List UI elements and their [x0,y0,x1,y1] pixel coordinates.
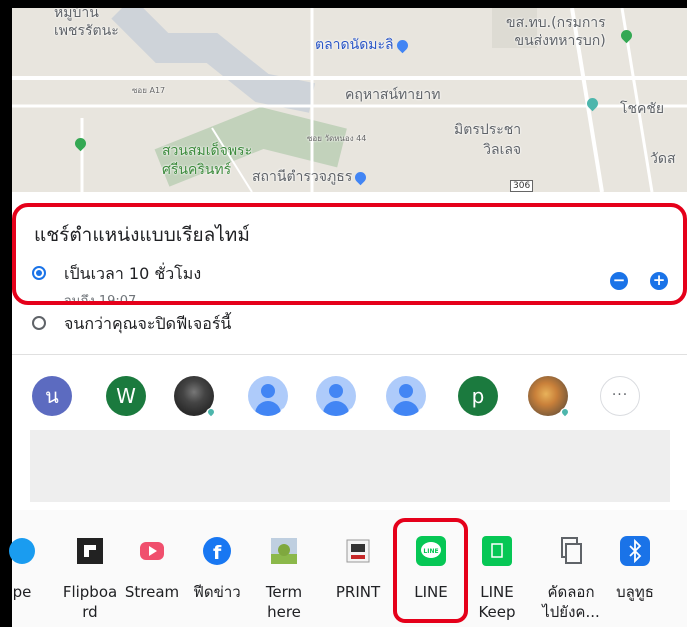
copy-icon [556,536,586,566]
person-icon-body [255,401,281,416]
terminal-icon [269,536,299,566]
contact-avatar[interactable]: p [458,376,498,416]
map-label-club: ขส.ทบ.(กรมการ ขนส่งทหารบก) [506,15,606,49]
contact-avatar[interactable] [248,376,288,416]
share-app-skype[interactable]: pe [2,536,42,602]
map-view[interactable]: หมู่บ้าน เพชรรัตนะ ตลาดนัดมะลิ ขส.ทบ.(กร… [12,8,687,192]
map-label-station[interactable]: สถานีตำรวจภูธร [252,166,369,188]
share-app-label: pe [12,583,32,601]
person-icon [399,384,413,398]
map-pin-icon [353,169,369,185]
share-app-stream[interactable]: Stream [120,536,184,602]
divider [12,354,687,355]
share-app-label: บลูทูธ [616,583,654,601]
map-label-soi: ซอย A17 [132,86,166,95]
option-until-off[interactable]: จนกว่าคุณจะปิดฟีเจอร์นี้ [32,312,231,337]
facebook-icon: f [202,536,232,566]
bluetooth-icon [620,536,650,566]
contact-avatar[interactable] [386,376,426,416]
map-label-park: สวนสมเด็จพระ ศรีนครินทร์ [162,143,253,178]
contact-avatar-photo[interactable] [528,376,570,418]
share-app-label: Flipboa rd [62,583,118,621]
svg-text:f: f [213,542,222,564]
share-app-bluetooth[interactable]: บลูทูธ [610,536,660,602]
highlight-share-options [12,203,687,305]
more-contacts-button[interactable]: ··· [600,376,640,416]
more-icon: ··· [611,387,629,403]
message-placeholder-box [30,430,670,502]
contact-avatar[interactable] [316,376,356,416]
location-badge-icon [280,408,288,416]
map-label-mit: มิตรประชา วิลเลจ [454,122,522,158]
map-label-village: หมู่บ้าน เพชรรัตนะ [54,8,119,39]
person-icon [329,384,343,398]
share-app-facebook[interactable]: f ฟีดข่าว [188,536,246,602]
share-app-copy[interactable]: คัดลอก ไปยังค... [540,536,602,622]
stream-icon [137,536,167,566]
person-icon [261,384,275,398]
contact-avatar[interactable]: น [32,376,72,416]
share-app-label: Stream [124,583,180,601]
contact-avatar-photo[interactable] [174,376,216,418]
line-keep-icon [482,536,512,566]
option-until-off-label: จนกว่าคุณจะปิดฟีเจอร์นี้ [64,314,232,333]
share-app-label: Term here [265,583,303,621]
share-app-print[interactable]: PRINT [328,536,388,602]
market-label: ตลาดนัดมะลิ [315,37,394,53]
map-label-market[interactable]: ตลาดนัดมะลิ [315,34,410,56]
road-number-badge: 306 [510,180,534,192]
location-badge-icon [560,408,570,418]
flipboard-icon [75,536,105,566]
station-label: สถานีตำรวจภูธร [252,169,353,185]
location-badge-icon [348,408,356,416]
map-label-kukha: คฤหาสน์ทายาท [345,87,441,103]
map-label-soi-small: ซอย วัดหนอง 44 [307,134,367,143]
share-app-label: ฟีดข่าว [193,583,241,601]
map-pin-icon [394,37,410,53]
share-app-terminal[interactable]: Term here [258,536,310,622]
map-label-wat: วัดส [650,151,676,167]
location-badge-icon [418,408,426,416]
share-app-line-keep[interactable]: LINE Keep [472,536,522,622]
share-app-label: PRINT [335,583,381,601]
share-app-flipboard[interactable]: Flipboa rd [60,536,120,622]
avatar-letter: W [116,384,136,408]
skype-icon [7,536,37,566]
person-icon-body [393,401,419,416]
location-badge-icon [206,408,216,418]
radio-unselected-icon[interactable] [32,316,46,330]
share-app-label: LINE Keep [478,583,516,621]
share-app-label: คัดลอก ไปยังค... [542,583,600,621]
map-label-chokchai: โชคชัย [620,101,665,117]
highlight-line-app [393,518,468,623]
person-icon-body [323,401,349,416]
avatar-letter: p [471,384,485,408]
contact-avatar[interactable]: W [106,376,146,416]
avatar-letter: น [45,384,59,408]
print-icon [343,536,373,566]
